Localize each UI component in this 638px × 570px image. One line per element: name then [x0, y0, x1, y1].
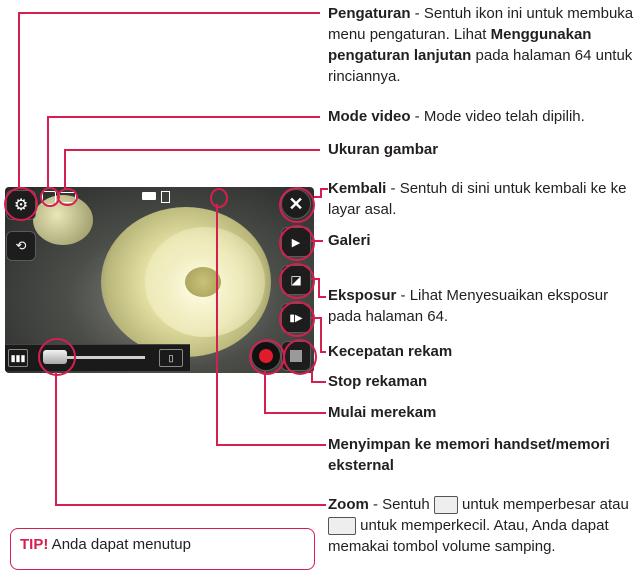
leader-line [64, 149, 320, 151]
memory-indicator [161, 191, 170, 203]
label-kecepatan-rekam: Kecepatan rekam [328, 343, 453, 360]
leader-line [216, 444, 326, 446]
callout-circle-image-size [57, 188, 78, 206]
leader-line [318, 278, 320, 298]
callout-circle-zoom [38, 338, 76, 376]
zoom-in-button[interactable]: ▯ [159, 349, 183, 367]
callout-circle-back [279, 187, 315, 223]
leader-line [47, 116, 320, 118]
leader-line [320, 351, 326, 353]
leader-line [216, 204, 218, 446]
battery-indicator [142, 192, 156, 200]
leader-line [320, 188, 328, 190]
label-menyimpan: Menyimpan ke memori handset/memori ekste… [328, 436, 610, 474]
label-mulai-merekam: Mulai merekam [328, 404, 437, 421]
callout-circle-exposure [279, 263, 315, 299]
label-kembali: Kembali - Sentuh di sini untuk kembali k… [328, 180, 627, 218]
tip-text: TIP! Anda dapat menutup [20, 536, 191, 553]
camera-switch-icon: ⟲ [15, 238, 27, 253]
callout-circle-stop [283, 339, 317, 375]
zoom-in-icon [433, 496, 458, 515]
leader-line [311, 240, 323, 242]
label-mode-video: Mode video - Mode video telah dipilih. [328, 108, 585, 125]
leader-line [55, 372, 57, 506]
callout-circle-record [249, 339, 285, 375]
leader-line [318, 296, 326, 298]
leader-line [264, 412, 326, 414]
leader-line [311, 381, 326, 383]
label-stop-rekaman: Stop rekaman [328, 373, 428, 390]
leader-line [18, 12, 320, 14]
callout-circle-gallery [279, 225, 315, 261]
zoom-in-icon: ▯ [168, 353, 174, 363]
leader-line [320, 317, 322, 353]
label-zoom: Zoom - Sentuh untuk memperbesar atau unt… [328, 496, 629, 555]
tip-box: TIP! Anda dapat menutup [10, 528, 315, 570]
zoom-bar: ▮▮▮ ▯ [5, 344, 190, 371]
zoom-out-icon: ▮▮▮ [10, 353, 26, 363]
callout-circle-settings [4, 187, 38, 221]
leader-line [18, 12, 20, 188]
label-galeri: Galeri [328, 232, 371, 249]
leader-line [47, 116, 49, 188]
leader-line [64, 149, 66, 189]
label-eksposur: Eksposur - Lihat Menyesuaikan eksposur p… [328, 287, 609, 325]
zoom-out-icon [328, 517, 356, 536]
label-ukuran-gambar: Ukuran gambar [328, 141, 439, 158]
callout-circle-memory [210, 188, 228, 208]
camera-switch-button[interactable]: ⟲ [6, 231, 36, 261]
leader-line [264, 371, 266, 414]
zoom-out-button[interactable]: ▮▮▮ [8, 349, 28, 367]
callout-circle-record-speed [279, 301, 315, 337]
label-pengaturan: Pengaturan - Sentuh ikon ini untuk membu… [328, 5, 634, 85]
leader-line [55, 504, 326, 506]
